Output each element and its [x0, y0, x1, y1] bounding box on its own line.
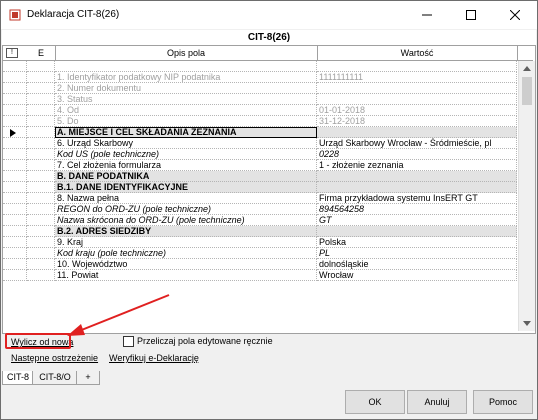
field-value[interactable]: GT [317, 215, 517, 226]
table-row[interactable] [3, 61, 517, 72]
field-description: REGON do ORD-ZU (pole techniczne) [55, 204, 317, 215]
field-value[interactable]: Firma przykładowa systemu InsERT GT [317, 193, 517, 204]
field-value[interactable]: Wrocław [317, 270, 517, 281]
table-row[interactable]: 4. Od 01-01-2018 [3, 105, 517, 116]
field-description: 8. Nazwa pełna [55, 193, 317, 204]
table-row-section[interactable]: B.1. DANE IDENTYFIKACYJNE [3, 182, 517, 193]
field-value [317, 171, 517, 182]
column-header-value[interactable]: Wartość [317, 46, 518, 60]
table-row[interactable]: 9. Kraj Polska [3, 237, 517, 248]
table-row[interactable]: Nazwa skrócona do ORD-ZU (pole techniczn… [3, 215, 517, 226]
field-value[interactable]: 0228 [317, 149, 517, 160]
table-row[interactable]: 7. Cel złożenia formularza 1 - złożenie … [3, 160, 517, 171]
field-description: 5. Do [55, 116, 317, 127]
field-value[interactable]: 894564258 [317, 204, 517, 215]
table-row[interactable]: 11. Powiat Wrocław [3, 270, 517, 281]
table-row[interactable]: Kod kraju (pole techniczne) PL [3, 248, 517, 259]
field-value[interactable] [317, 94, 517, 105]
field-value[interactable] [317, 61, 517, 72]
scroll-down-icon[interactable] [519, 317, 535, 331]
window-title: Deklaracja CIT-8(26) [27, 9, 120, 20]
table-row[interactable]: 3. Status [3, 94, 517, 105]
scroll-up-icon[interactable] [519, 61, 535, 75]
column-header-e[interactable]: E [27, 46, 56, 60]
field-value[interactable]: Urząd Skarbowy Wrocław - Śródmieście, pl [317, 138, 517, 149]
table-row[interactable]: 6. Urząd Skarbowy Urząd Skarbowy Wrocław… [3, 138, 517, 149]
field-value[interactable]: 01-01-2018 [317, 105, 517, 116]
section-title: A. MIEJSCE I CEL SKŁADANIA ZEZNANIA [55, 127, 317, 138]
table-row[interactable]: 8. Nazwa pełna Firma przykładowa systemu… [3, 193, 517, 204]
field-description: Nazwa skrócona do ORD-ZU (pole techniczn… [55, 215, 317, 226]
field-description: 2. Numer dokumentu [55, 83, 317, 94]
cancel-button[interactable]: Anuluj [407, 390, 467, 414]
title-bar: Deklaracja CIT-8(26) [1, 1, 537, 29]
field-value [317, 127, 517, 138]
declaration-window: Deklaracja CIT-8(26) CIT-8(26) ! E Opis … [0, 0, 538, 420]
close-button[interactable] [493, 1, 537, 29]
field-value[interactable]: dolnośląskie [317, 259, 517, 270]
verify-edeclaration-link[interactable]: Weryfikuj e-Deklarację [109, 353, 199, 363]
minimize-button[interactable] [405, 1, 449, 29]
form-caption: CIT-8(26) [2, 30, 536, 45]
field-value[interactable]: 1111111111 [317, 72, 517, 83]
field-value[interactable]: 31-12-2018 [317, 116, 517, 127]
field-description: 10. Województwo [55, 259, 317, 270]
field-description [55, 61, 317, 72]
table-row[interactable]: 5. Do 31-12-2018 [3, 116, 517, 127]
field-value [317, 226, 517, 237]
table-row-section[interactable]: A. MIEJSCE I CEL SKŁADANIA ZEZNANIA [3, 127, 517, 138]
table-row[interactable]: Kod US (pole techniczne) 0228 [3, 149, 517, 160]
next-warning-link[interactable]: Następne ostrzeżenie [11, 353, 98, 363]
section-title: B.2. ADRES SIEDZIBY [55, 226, 317, 237]
vertical-scrollbar[interactable] [518, 61, 535, 331]
app-icon [9, 9, 21, 21]
ok-button[interactable]: OK [345, 390, 405, 414]
help-button[interactable]: Pomoc [473, 390, 533, 414]
column-header-description[interactable]: Opis pola [55, 46, 318, 60]
section-title: B. DANE PODATNIKA [55, 171, 317, 182]
current-row-indicator-icon [3, 127, 27, 138]
table-row[interactable]: 2. Numer dokumentu [3, 83, 517, 94]
section-title: B.1. DANE IDENTYFIKACYJNE [55, 182, 317, 193]
grid-header: ! E Opis pola Wartość [3, 46, 533, 61]
field-value [317, 182, 517, 193]
field-value[interactable]: PL [317, 248, 517, 259]
scrollbar-thumb[interactable] [522, 77, 532, 105]
recalc-edited-checkbox[interactable] [123, 336, 134, 347]
tab-add[interactable]: + [76, 371, 100, 385]
red-arrow-icon [67, 294, 170, 336]
field-description: 11. Powiat [55, 270, 317, 281]
field-description: 1. Identyfikator podatkowy NIP podatnika [55, 72, 317, 83]
table-row[interactable]: 1. Identyfikator podatkowy NIP podatnika… [3, 72, 517, 83]
field-value[interactable] [317, 83, 517, 94]
field-description: 7. Cel złożenia formularza [55, 160, 317, 171]
tab-cit-8[interactable]: CIT-8 [2, 371, 34, 385]
field-description: 4. Od [55, 105, 317, 116]
field-description: 6. Urząd Skarbowy [55, 138, 317, 149]
field-value[interactable]: Polska [317, 237, 517, 248]
field-description: 9. Kraj [55, 237, 317, 248]
maximize-button[interactable] [449, 1, 493, 29]
table-row[interactable]: 10. Województwo dolnośląskie [3, 259, 517, 270]
field-value[interactable]: 1 - złożenie zeznania [317, 160, 517, 171]
field-description: 3. Status [55, 94, 317, 105]
field-description: Kod kraju (pole techniczne) [55, 248, 317, 259]
checkbox-label: Przeliczaj pola edytowane ręcznie [137, 336, 273, 346]
table-row-section[interactable]: B. DANE PODATNIKA [3, 171, 517, 182]
field-description: Kod US (pole techniczne) [55, 149, 317, 160]
warning-marker-icon: ! [6, 48, 18, 58]
tab-cit-8-o[interactable]: CIT-8/O [32, 371, 78, 385]
table-row[interactable]: REGON do ORD-ZU (pole techniczne) 894564… [3, 204, 517, 215]
table-row-section[interactable]: B.2. ADRES SIEDZIBY [3, 226, 517, 237]
